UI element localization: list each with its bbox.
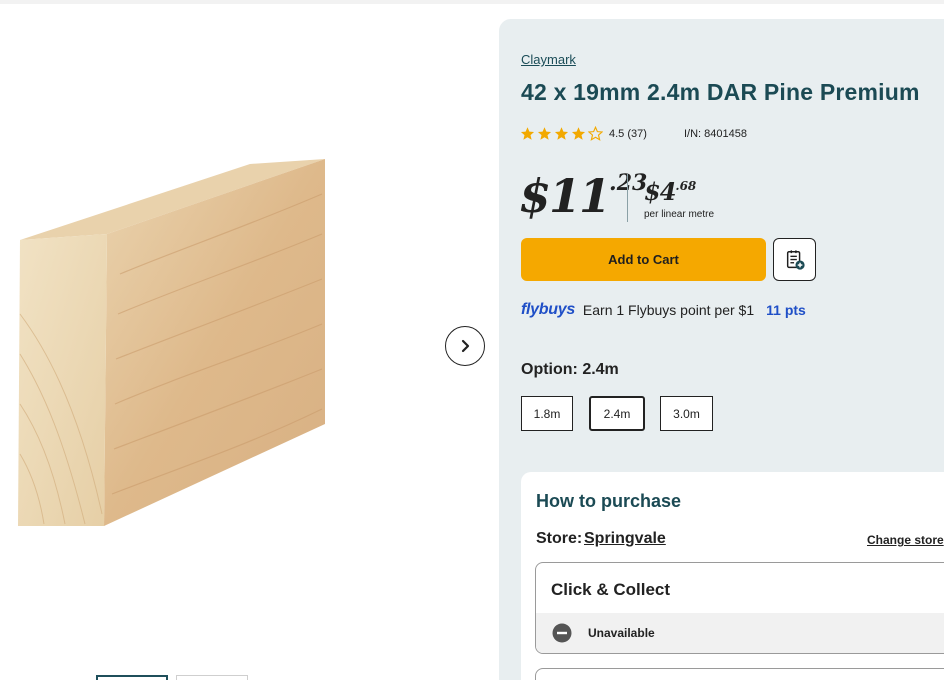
star-icon — [520, 127, 535, 140]
star-icon — [537, 127, 552, 140]
item-number: I/N: 8401458 — [684, 128, 747, 140]
how-to-purchase-title: How to purchase — [536, 491, 682, 511]
unit-price-label: per linear metre — [644, 209, 715, 220]
unit-price-dollars: $4 — [644, 177, 676, 206]
delivery-option[interactable] — [535, 668, 944, 680]
unit-price-cents: .68 — [675, 179, 697, 193]
star-empty-icon — [588, 126, 603, 141]
rating-text: 4.5 (37) — [609, 127, 647, 140]
change-store-link[interactable]: Change store — [867, 533, 944, 547]
minus-circle-icon — [552, 623, 572, 643]
how-to-purchase-card: How to purchase Store: Springvale Change… — [521, 472, 944, 680]
thumbnail-2[interactable] — [176, 675, 248, 680]
price-cents: .23 — [609, 170, 648, 196]
add-to-cart-button[interactable]: Add to Cart — [521, 238, 766, 281]
store-name-link[interactable]: Springvale — [584, 530, 666, 548]
option-label: Option: 2.4m — [521, 361, 619, 378]
flybuys-row: flybuys Earn 1 Flybuys point per $1 11 p… — [521, 301, 806, 319]
star-icon — [554, 127, 569, 140]
brand-link[interactable]: Claymark — [521, 52, 576, 67]
click-collect-status: Unavailable — [588, 626, 655, 640]
click-collect-option[interactable]: Click & Collect Unavailable — [535, 562, 944, 654]
product-gallery — [0, 4, 498, 680]
rating-stars — [520, 126, 603, 141]
flybuys-logo: flybuys — [521, 301, 575, 318]
store-label: Store: — [536, 530, 583, 547]
product-title: 42 x 19mm 2.4m DAR Pine Premium — [521, 79, 920, 105]
product-image — [18, 159, 325, 526]
option-3-0m[interactable]: 3.0m — [660, 396, 713, 431]
price-dollars: $11 — [519, 169, 611, 223]
chevron-right-icon — [461, 339, 470, 353]
flybuys-text: Earn 1 Flybuys point per $1 — [582, 302, 755, 318]
product-info-panel: Claymark 42 x 19mm 2.4m DAR Pine Premium… — [499, 19, 944, 680]
unit-price: $4.68 — [644, 177, 696, 206]
flybuys-points: 11 pts — [766, 302, 806, 318]
option-1-8m[interactable]: 1.8m — [521, 396, 573, 431]
thumbnail-1[interactable] — [96, 675, 168, 680]
next-image-button[interactable] — [445, 326, 485, 366]
add-to-list-button[interactable] — [773, 238, 816, 281]
star-icon — [571, 127, 586, 140]
price: $11.23 — [519, 169, 647, 223]
click-collect-title: Click & Collect — [551, 580, 671, 599]
rating-row[interactable]: 4.5 (37) — [520, 126, 647, 141]
click-collect-status-row: Unavailable — [536, 613, 944, 653]
price-divider — [627, 174, 628, 222]
add-to-list-icon — [786, 249, 805, 270]
option-2-4m[interactable]: 2.4m — [589, 396, 645, 431]
